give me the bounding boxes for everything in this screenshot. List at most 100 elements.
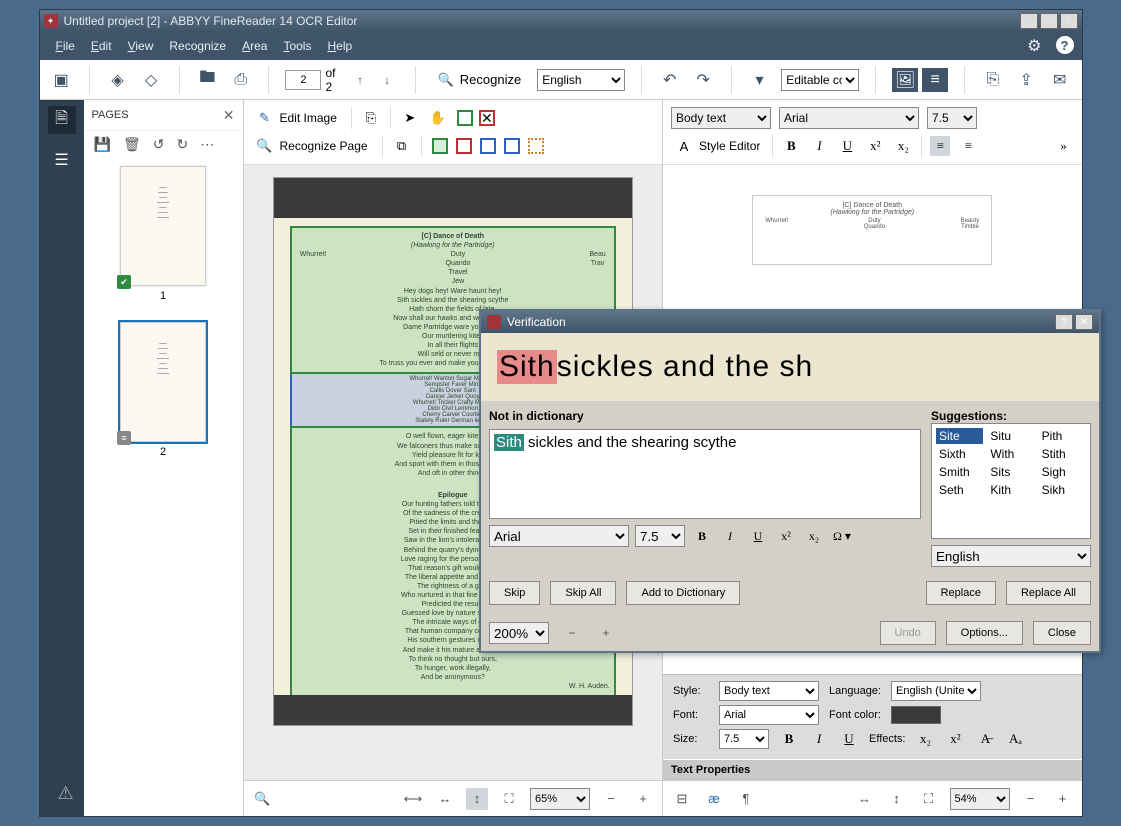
more-icon[interactable]: ⋯ xyxy=(200,136,214,153)
zoom-out2-icon[interactable]: − xyxy=(1020,788,1042,810)
verif-italic-icon[interactable]: I xyxy=(719,525,741,547)
prop-bold-icon[interactable]: B xyxy=(779,729,799,749)
menu-tools[interactable]: Tools xyxy=(275,35,319,57)
prop-lang-select[interactable]: English (United xyxy=(891,681,981,701)
page-number-input[interactable] xyxy=(285,70,321,90)
options-button[interactable]: Options... xyxy=(946,621,1023,645)
suggestion-item[interactable]: Sixth xyxy=(936,446,983,462)
view-mode-text-icon[interactable]: ≡ xyxy=(922,68,948,92)
verification-text-area[interactable]: Sith sickles and the shearing scythe xyxy=(489,429,921,519)
delete-icon[interactable]: 🗑 xyxy=(123,136,141,153)
verif-size-select[interactable]: 7.5 xyxy=(635,525,685,547)
language-select[interactable]: English xyxy=(537,69,625,91)
picture-area-icon[interactable] xyxy=(456,138,472,154)
prop-underline-icon[interactable]: U xyxy=(839,729,859,749)
fit-width-icon[interactable]: ⟷ xyxy=(402,788,424,810)
menu-help[interactable]: Help xyxy=(319,35,360,57)
align-center-icon[interactable]: ≡ xyxy=(958,136,978,156)
verif-sup-icon[interactable]: x² xyxy=(775,525,797,547)
mail-icon[interactable]: ✉ xyxy=(1048,68,1071,92)
verif-lang-select[interactable]: English xyxy=(931,545,1091,567)
maximize-button[interactable]: ☐ xyxy=(1040,13,1058,29)
zoom-in-icon[interactable]: + xyxy=(632,788,654,810)
prop-size-select[interactable]: 7.5 xyxy=(719,729,769,749)
verif-zoom-select[interactable]: 200% xyxy=(489,622,549,644)
layer-icon[interactable]: ⧉ xyxy=(393,137,411,155)
superscript-icon[interactable]: x² xyxy=(865,136,885,156)
suggestion-item[interactable]: Situ xyxy=(987,428,1034,444)
text-area-icon[interactable] xyxy=(432,138,448,154)
fit-screen2-icon[interactable]: ⛶ xyxy=(918,788,940,810)
pilcrow-icon[interactable]: ¶ xyxy=(735,788,757,810)
folder-icon[interactable]: 🖿 xyxy=(196,68,219,92)
verif-bold-icon[interactable]: B xyxy=(691,525,713,547)
zoom-in2-icon[interactable]: + xyxy=(1052,788,1074,810)
fit-width2-icon[interactable]: ↔ xyxy=(854,788,876,810)
suggestions-list[interactable]: SiteSituPithSixthWithStithSmithSitsSighS… xyxy=(931,423,1091,539)
zoom-out-icon[interactable]: − xyxy=(600,788,622,810)
skip-all-button[interactable]: Skip All xyxy=(550,581,616,605)
verif-underline-icon[interactable]: U xyxy=(747,525,769,547)
pages-tab-icon[interactable]: 🗎 xyxy=(48,106,76,134)
add-to-dictionary-button[interactable]: Add to Dictionary xyxy=(626,581,740,605)
size-select[interactable]: 7.5 xyxy=(927,107,977,129)
magnify-icon[interactable]: 🔍 xyxy=(252,788,274,810)
table2-area-icon[interactable] xyxy=(504,138,520,154)
menu-view[interactable]: View xyxy=(120,35,162,57)
open2-icon[interactable]: ◇ xyxy=(139,68,162,92)
toggle2-icon[interactable]: æ xyxy=(703,788,725,810)
suggestion-item[interactable]: With xyxy=(987,446,1034,462)
copy-area-icon[interactable]: ⎘ xyxy=(362,109,380,127)
dropdown-icon[interactable]: ▾ xyxy=(748,68,771,92)
rotate-right-icon[interactable]: ↻ xyxy=(176,136,188,153)
suggestion-item[interactable]: Site xyxy=(936,428,983,444)
help-icon[interactable]: ? xyxy=(1056,36,1074,54)
draw-text-area-icon[interactable] xyxy=(457,110,473,126)
menu-edit[interactable]: Edit xyxy=(83,35,120,57)
minimize-button[interactable]: _ xyxy=(1020,13,1038,29)
verif-sub-icon[interactable]: x₂ xyxy=(803,525,825,547)
scan-icon[interactable]: ⎙ xyxy=(229,68,252,92)
bold-icon[interactable]: B xyxy=(781,136,801,156)
fit-screen-icon[interactable]: ⛶ xyxy=(498,788,520,810)
verif-zoom-in-icon[interactable]: + xyxy=(595,622,617,644)
suggestion-item[interactable]: Kith xyxy=(987,482,1034,498)
recognize-button[interactable]: 🔍 Recognize xyxy=(432,72,528,88)
export-icon[interactable]: ⎘ xyxy=(981,68,1004,92)
undo-button[interactable]: Undo xyxy=(880,621,936,645)
page-up-icon[interactable]: ↑ xyxy=(349,68,372,92)
page-down-icon[interactable]: ↓ xyxy=(376,68,399,92)
edit-image-button[interactable]: ✎Edit Image xyxy=(252,107,341,129)
prop-italic-icon[interactable]: I xyxy=(809,729,829,749)
verif-font-select[interactable]: Arial xyxy=(489,525,629,547)
menu-file[interactable]: File xyxy=(48,35,83,57)
fit-height-icon[interactable]: ↔ xyxy=(434,788,456,810)
page-thumb[interactable]: ━━━━━━━━━━━━━━━━━━━━━━━━━━━≡ 2 xyxy=(113,322,213,458)
suggestion-item[interactable]: Sigh xyxy=(1039,464,1086,480)
prop-sup-icon[interactable]: x² xyxy=(945,729,965,749)
skip-button[interactable]: Skip xyxy=(489,581,540,605)
align-left-icon[interactable]: ≡ xyxy=(930,136,950,156)
menu-area[interactable]: Area xyxy=(234,35,275,57)
close-verif-button[interactable]: Close xyxy=(1033,621,1091,645)
suggestion-item[interactable]: Stith xyxy=(1039,446,1086,462)
suggestion-item[interactable]: Sikh xyxy=(1039,482,1086,498)
underline-icon[interactable]: U xyxy=(837,136,857,156)
background-area-icon[interactable] xyxy=(528,138,544,154)
style-editor-button[interactable]: AStyle Editor xyxy=(671,135,764,157)
overflow-icon[interactable]: » xyxy=(1054,136,1074,156)
recognize-page-button[interactable]: 🔍Recognize Page xyxy=(252,135,372,157)
page-thumb[interactable]: ━━━━━━━━━━━━━━━━━━━━━━━━━━━✔ 1 xyxy=(113,166,213,302)
zoom-right-select[interactable]: 54% xyxy=(950,788,1010,810)
table-area-icon[interactable] xyxy=(480,138,496,154)
rotate-left-icon[interactable]: ↺ xyxy=(153,136,165,153)
suggestion-item[interactable]: Sits xyxy=(987,464,1034,480)
font-color-swatch[interactable] xyxy=(891,706,941,724)
new-project-icon[interactable]: ▣ xyxy=(50,68,73,92)
fit-page-icon[interactable]: ↕ xyxy=(466,788,488,810)
list-tab-icon[interactable]: ☰ xyxy=(48,146,76,174)
suggestion-item[interactable]: Seth xyxy=(936,482,983,498)
zoom-left-select[interactable]: 65% xyxy=(530,788,590,810)
redo-icon[interactable]: ↷ xyxy=(691,68,714,92)
pointer-icon[interactable]: ➤ xyxy=(401,109,419,127)
